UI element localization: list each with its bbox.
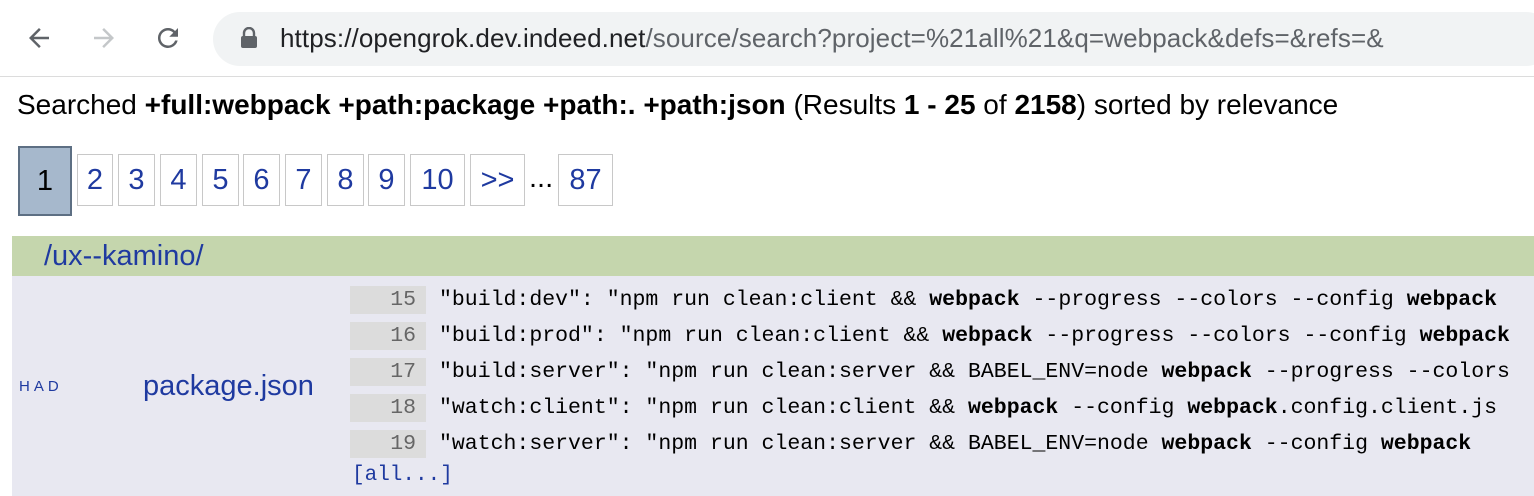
page-link[interactable]: 9 <box>368 154 405 206</box>
line-number: 16 <box>350 322 426 350</box>
code-line[interactable]: 19 "watch:server": "npm run clean:server … <box>350 430 1534 460</box>
code-line[interactable]: 16 "build:prod": "npm run clean:client &&… <box>350 322 1534 352</box>
pager-ellipsis: ... <box>529 162 554 194</box>
line-number: 15 <box>350 286 426 314</box>
match-highlight: webpack <box>1161 432 1252 456</box>
code-line[interactable]: 15 "build:dev": "npm run clean:client && … <box>350 286 1534 316</box>
page-link[interactable]: 8 <box>327 154 364 206</box>
line-text: "build:dev": "npm run clean:client && we… <box>439 286 1497 314</box>
line-segment: "build:dev": "npm run clean:client && <box>439 288 930 312</box>
page-link[interactable]: 2 <box>77 154 113 206</box>
line-segment: --progress --colors --config <box>1019 288 1407 312</box>
line-number: 17 <box>350 358 426 386</box>
summary-results-open: (Results <box>785 89 904 120</box>
code-line[interactable]: 17 "build:server": "npm run clean:server … <box>350 358 1534 388</box>
result-total: 2158 <box>1014 89 1077 120</box>
line-number: 19 <box>350 430 426 458</box>
lock-icon <box>241 27 257 48</box>
browser-toolbar: https://opengrok.dev.indeed.net/source/s… <box>0 0 1534 77</box>
summary-suffix: ) sorted by relevance <box>1076 89 1339 120</box>
match-highlight: webpack <box>1187 396 1278 420</box>
line-segment: .config.client.js <box>1277 396 1498 420</box>
line-segment: "build:prod": "npm run clean:client && <box>439 324 943 348</box>
directory-link[interactable]: /ux--kamino/ <box>44 240 204 273</box>
line-segment: --config <box>1251 432 1381 456</box>
line-segment: "watch:server": "npm run clean:server &&… <box>439 432 1162 456</box>
line-text: "watch:server": "npm run clean:server &&… <box>439 430 1471 458</box>
match-highlight: webpack <box>1161 360 1252 384</box>
page-current: 1 <box>18 146 72 216</box>
page-link[interactable]: 3 <box>118 154 155 206</box>
line-text: "watch:client": "npm run clean:client &&… <box>439 394 1497 422</box>
search-summary: Searched +full:webpack +path:package +pa… <box>17 89 1338 121</box>
file-link[interactable]: package.json <box>143 370 314 403</box>
line-segment: --progress --colors <box>1251 360 1510 384</box>
line-segment: --config <box>1058 396 1188 420</box>
code-line[interactable]: 18 "watch:client": "npm run clean:client … <box>350 394 1534 424</box>
address-bar[interactable]: https://opengrok.dev.indeed.net/source/s… <box>213 12 1534 66</box>
line-segment: --progress --colors --config <box>1032 324 1420 348</box>
next-page-link[interactable]: >> <box>470 154 525 206</box>
line-number: 18 <box>350 394 426 422</box>
result-range: 1 - 25 <box>903 89 976 120</box>
url-text[interactable]: https://opengrok.dev.indeed.net/source/s… <box>280 23 1384 54</box>
back-icon[interactable] <box>19 18 59 58</box>
all-matches-link[interactable]: [all...] <box>352 464 453 487</box>
match-highlight: webpack <box>1419 324 1510 348</box>
match-highlight: webpack <box>1380 432 1472 456</box>
forward-icon[interactable] <box>84 18 124 58</box>
line-text: "build:prod": "npm run clean:client && w… <box>439 322 1510 350</box>
line-segment: "build:server": "npm run clean:server &&… <box>439 360 1162 384</box>
match-highlight: webpack <box>929 288 1020 312</box>
summary-prefix: Searched <box>17 89 145 120</box>
url-path: /source/search?project=%21all%21&q=webpa… <box>645 23 1384 53</box>
match-highlight: webpack <box>968 396 1059 420</box>
line-text: "build:server": "npm run clean:server &&… <box>439 358 1510 386</box>
url-host: https://opengrok.dev.indeed.net <box>280 23 646 53</box>
result-file-row: HAD package.json 15 "build:dev": "npm run… <box>12 276 1534 496</box>
reload-icon[interactable] <box>148 18 188 58</box>
search-query: +full:webpack +path:package +path:. +pat… <box>144 89 786 120</box>
summary-of: of <box>975 89 1015 120</box>
line-segment: "watch:client": "npm run clean:client && <box>439 396 968 420</box>
file-tags[interactable]: HAD <box>19 378 63 395</box>
page-link[interactable]: 7 <box>285 154 322 206</box>
page-link[interactable]: 6 <box>243 154 280 206</box>
last-page-link[interactable]: 87 <box>558 154 613 206</box>
page-link[interactable]: 10 <box>410 154 465 206</box>
match-highlight: webpack <box>942 324 1033 348</box>
page-link[interactable]: 5 <box>202 154 239 206</box>
result-directory-bar: /ux--kamino/ <box>12 236 1534 276</box>
match-highlight: webpack <box>1406 288 1498 312</box>
page-link[interactable]: 4 <box>160 154 197 206</box>
